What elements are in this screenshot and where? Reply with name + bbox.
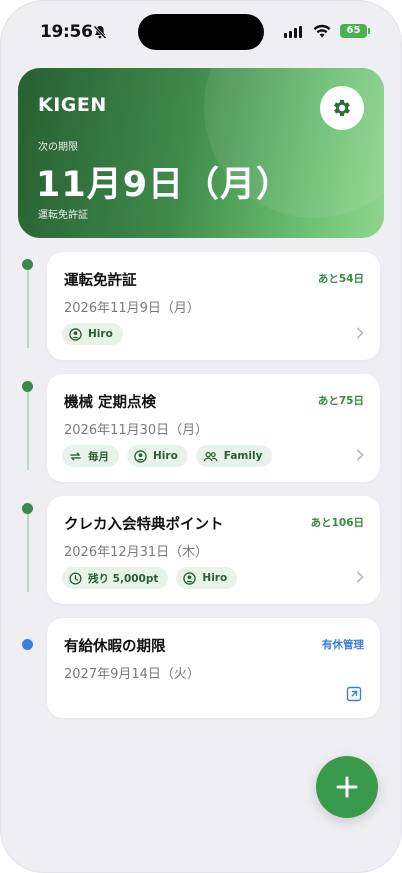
owner-chip: Hiro xyxy=(62,323,123,345)
app-title: KIGEN xyxy=(38,94,107,116)
settings-button[interactable] xyxy=(320,86,364,130)
card-date: 2026年12月31日（木） xyxy=(64,545,209,560)
group-icon xyxy=(203,451,218,461)
owner-chip: Hiro xyxy=(176,567,238,589)
chip-label: 残り 5,000pt xyxy=(88,572,159,585)
next-deadline-label: 次の期限 xyxy=(38,142,78,153)
status-time: 19:56 xyxy=(40,22,93,42)
timeline-dot xyxy=(22,503,33,514)
card-title: クレカ入会特典ポイント xyxy=(64,517,224,533)
person-icon xyxy=(69,327,82,341)
deadline-card[interactable]: 機械 定期点検 あと75日 2026年11月30日（月） 毎月 Hiro Fam… xyxy=(47,374,380,482)
group-chip: Family xyxy=(195,445,273,467)
chevron-right-icon xyxy=(356,571,364,583)
timeline-dot xyxy=(22,639,33,650)
clock-icon xyxy=(69,571,82,585)
chip-label: Hiro xyxy=(88,328,113,340)
next-deadline-item: 運転免許証 xyxy=(38,210,88,221)
deadline-card[interactable]: クレカ入会特典ポイント あと106日 2026年12月31日（木） 残り 5,0… xyxy=(47,496,380,604)
wifi-icon xyxy=(313,24,331,38)
timeline-line xyxy=(27,270,29,348)
dynamic-island xyxy=(138,14,264,50)
phone-screen: 19:56 65 KIGEN 次の期限 11月9日（月） 運転免許証 運転免許証… xyxy=(0,0,402,873)
gear-icon xyxy=(334,99,350,117)
days-remaining: あと75日 xyxy=(317,395,364,407)
days-remaining: あと54日 xyxy=(317,273,364,285)
card-date: 2026年11月30日（月） xyxy=(64,423,209,438)
battery-indicator: 65 xyxy=(340,24,370,38)
card-title: 運転免許証 xyxy=(64,273,137,289)
repeat-icon xyxy=(70,452,81,460)
leave-management-link[interactable]: 有休管理 xyxy=(322,637,364,652)
plus-icon xyxy=(336,776,358,798)
leave-card[interactable]: 有給休暇の期限 有休管理 2027年9月14日（火） xyxy=(47,618,380,718)
owner-chip: Hiro xyxy=(127,445,188,467)
card-date: 2026年11月9日（月） xyxy=(64,301,200,316)
person-icon xyxy=(183,571,197,585)
timeline-line xyxy=(27,392,29,470)
deadline-card[interactable]: 運転免許証 あと54日 2026年11月9日（月） Hiro xyxy=(47,252,380,360)
external-link-icon[interactable] xyxy=(346,686,362,702)
timeline-line xyxy=(27,514,29,592)
next-deadline-card: KIGEN 次の期限 11月9日（月） 運転免許証 xyxy=(18,68,384,238)
chevron-right-icon xyxy=(356,449,364,461)
card-title: 有給休暇の期限 xyxy=(64,639,166,655)
chip-label: 毎月 xyxy=(88,450,109,463)
days-remaining: あと106日 xyxy=(310,517,364,529)
chip-label: Family xyxy=(223,450,263,462)
chip-label: Hiro xyxy=(153,450,178,462)
add-button[interactable] xyxy=(316,756,378,818)
chip-label: Hiro xyxy=(202,572,228,584)
person-icon xyxy=(134,449,147,463)
points-chip: 残り 5,000pt xyxy=(62,567,169,589)
timeline-dot xyxy=(22,259,33,270)
card-date: 2027年9月14日（火） xyxy=(64,667,200,682)
signal-icon xyxy=(284,26,302,38)
chevron-right-icon xyxy=(356,327,364,339)
timeline-dot xyxy=(22,381,33,392)
next-deadline-date: 11月9日（月） xyxy=(36,165,293,205)
repeat-chip: 毎月 xyxy=(62,445,119,467)
card-title: 機械 定期点検 xyxy=(64,395,157,411)
bell-muted-icon xyxy=(93,25,107,39)
